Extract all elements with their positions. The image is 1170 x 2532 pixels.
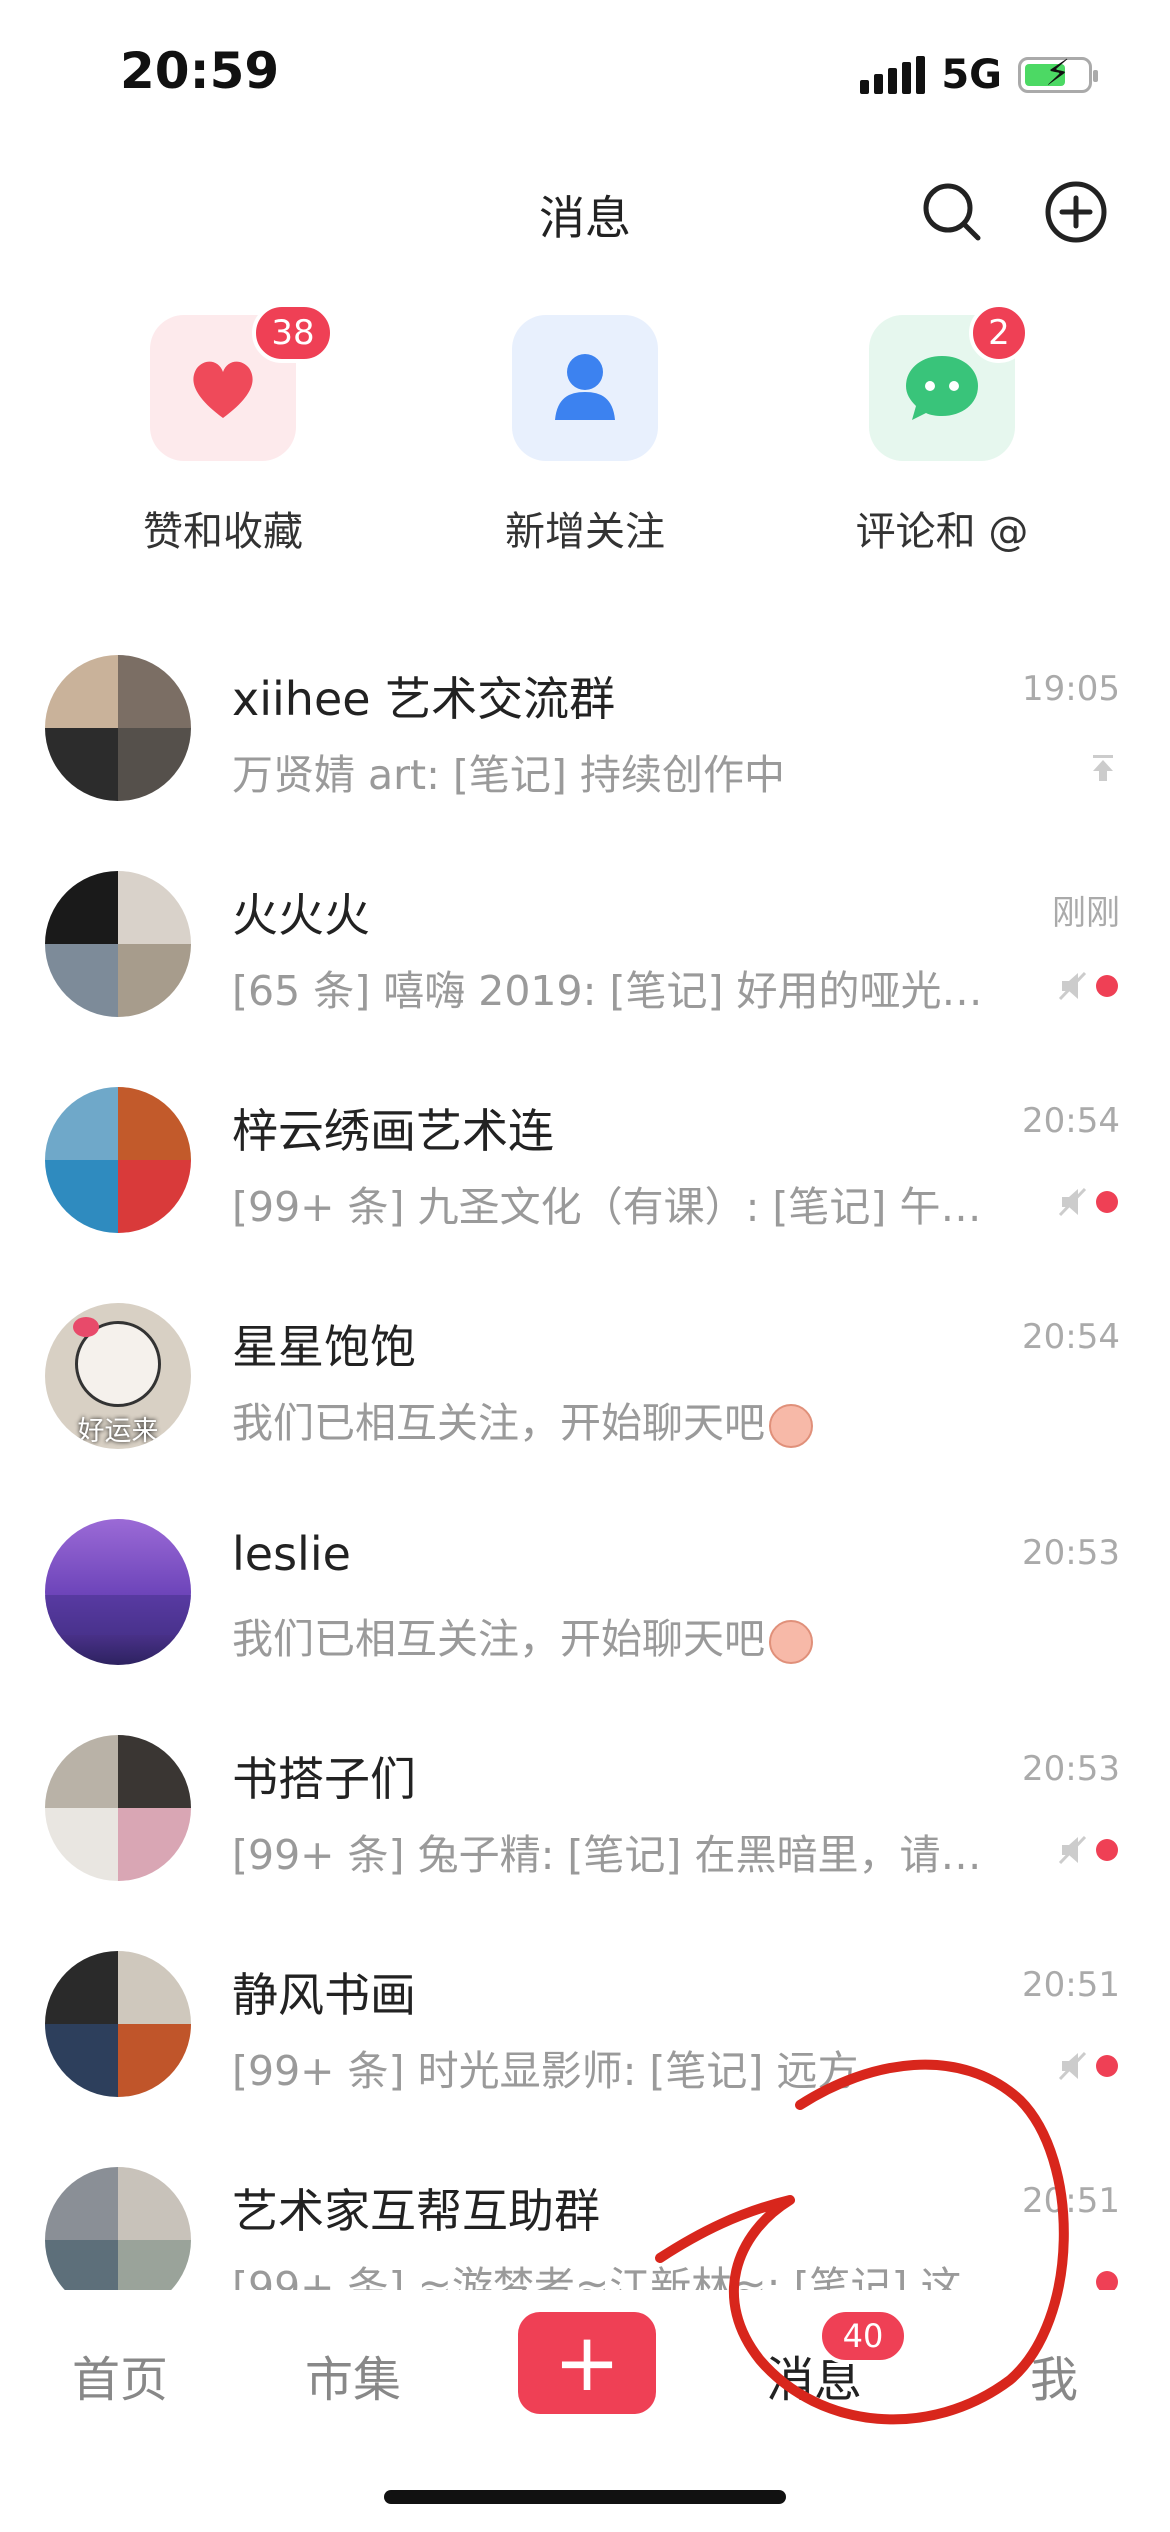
peach-emoji-icon [769, 1404, 813, 1448]
chat-time: 20:51 [1022, 1965, 1120, 2005]
chat-name: 火火火 [232, 888, 370, 942]
likes-and-saves-button[interactable]: 38 赞和收藏 [93, 303, 353, 557]
chat-preview: [99+ 条] 时光显影师: [笔记] 远方 [232, 2047, 859, 2095]
bottom-nav: 首页 市集 + 消息 40 我 [0, 2290, 1170, 2532]
status-bar: 20:59 5G ⚡ [0, 0, 1170, 150]
avatar-caption: 好运来 [77, 1416, 159, 1447]
chat-row[interactable]: 梓云绣画艺术连 [99+ 条] 九圣文化（有课）: [笔记] 午岁… 20:54 [0, 1077, 1170, 1293]
likes-label: 赞和收藏 [143, 509, 303, 555]
mute-icon [1058, 2049, 1088, 2087]
add-circle-icon[interactable] [1036, 172, 1116, 252]
battery-icon: ⚡ [1018, 56, 1098, 93]
mute-icon [1058, 969, 1088, 1007]
group-avatar [45, 871, 191, 1017]
comments-and-mentions-button[interactable]: 2 评论和 @ [812, 303, 1072, 557]
plus-icon: + [553, 2316, 621, 2409]
comments-badge: 2 [969, 303, 1029, 363]
network-type: 5G [941, 52, 1002, 98]
chat-row[interactable]: 好运来 星星饱饱 我们已相互关注，开始聊天吧 20:54 [0, 1293, 1170, 1509]
chat-row[interactable]: 静风书画 [99+ 条] 时光显影师: [笔记] 远方 20:51 [0, 1941, 1170, 2157]
chat-time: 20:54 [1022, 1317, 1120, 1357]
chat-time: 20:53 [1022, 1749, 1120, 1789]
chat-name: 书搭子们 [232, 1752, 416, 1806]
chat-row[interactable]: 书搭子们 [99+ 条] 兔子精: [笔记] 在黑暗里，请… 20:53 [0, 1725, 1170, 1941]
followers-label: 新增关注 [505, 509, 665, 555]
unread-dot [1096, 2055, 1118, 2077]
chat-preview: [99+ 条] 兔子精: [笔记] 在黑暗里，请… [232, 1831, 982, 1879]
pin-icon [1088, 753, 1118, 787]
signal-icon [860, 56, 926, 94]
chat-time: 20:54 [1022, 1101, 1120, 1141]
chat-time: 19:05 [1022, 669, 1120, 709]
post-button[interactable]: + [518, 2312, 656, 2414]
group-avatar [45, 1735, 191, 1881]
nav-me[interactable]: 我 [1030, 2340, 1078, 2410]
mute-icon [1058, 1833, 1088, 1871]
new-followers-button[interactable]: 新增关注 [455, 315, 715, 557]
nav-market[interactable]: 市集 [305, 2340, 401, 2410]
followers-tile [512, 315, 658, 461]
home-indicator [384, 2490, 786, 2504]
nav-home[interactable]: 首页 [72, 2340, 168, 2410]
chat-bubble-icon [906, 356, 978, 420]
status-indicators: 5G ⚡ [860, 52, 1098, 98]
mute-icon [1058, 1185, 1088, 1223]
chat-name: 星星饱饱 [232, 1320, 416, 1374]
chat-preview: 我们已相互关注，开始聊天吧 [232, 1389, 813, 1449]
messages-badge: 40 [818, 2308, 908, 2364]
likes-tile: 38 [150, 303, 334, 461]
group-avatar [45, 1087, 191, 1233]
chat-name: 静风书画 [232, 1968, 416, 2022]
chat-preview: [65 条] 嘻嗨 2019: [笔记] 好用的哑光… [232, 967, 983, 1015]
chat-time: 刚刚 [1052, 893, 1120, 933]
unread-dot [1096, 1191, 1118, 1213]
comments-tile: 2 [869, 303, 1029, 461]
chat-name: 梓云绣画艺术连 [232, 1104, 554, 1158]
heart-icon [193, 361, 253, 418]
chat-preview: 万贤婧 art: [笔记] 持续创作中 [232, 751, 785, 799]
status-time: 20:59 [120, 42, 280, 100]
page-title: 消息 [539, 191, 631, 245]
chat-preview: [99+ 条] 九圣文化（有课）: [笔记] 午岁… [232, 1183, 1022, 1231]
chat-row[interactable]: 火火火 [65 条] 嘻嗨 2019: [笔记] 好用的哑光… 刚刚 [0, 861, 1170, 1077]
chat-row[interactable]: xiihee 艺术交流群 万贤婧 art: [笔记] 持续创作中 19:05 [0, 645, 1170, 861]
peach-emoji-icon [769, 1620, 813, 1664]
chat-list: xiihee 艺术交流群 万贤婧 art: [笔记] 持续创作中 19:05 火… [0, 645, 1170, 2373]
group-avatar [45, 1951, 191, 2097]
header: 消息 [0, 150, 1170, 270]
chat-name: leslie [232, 1527, 351, 1581]
avatar: 好运来 [45, 1303, 191, 1449]
group-avatar [45, 655, 191, 801]
chat-preview: 我们已相互关注，开始聊天吧 [232, 1605, 813, 1665]
person-icon [555, 354, 615, 420]
chat-time: 20:51 [1022, 2181, 1120, 2221]
chat-time: 20:53 [1022, 1533, 1120, 1573]
chat-row[interactable]: leslie 我们已相互关注，开始聊天吧 20:53 [0, 1509, 1170, 1725]
chat-name: xiihee 艺术交流群 [232, 672, 616, 726]
likes-badge: 38 [252, 303, 334, 363]
chat-name: 艺术家互帮互助群 [232, 2184, 600, 2238]
unread-dot [1096, 975, 1118, 997]
unread-dot [1096, 1839, 1118, 1861]
comments-label: 评论和 @ [855, 509, 1029, 555]
search-icon[interactable] [912, 172, 992, 252]
avatar [45, 1519, 191, 1665]
